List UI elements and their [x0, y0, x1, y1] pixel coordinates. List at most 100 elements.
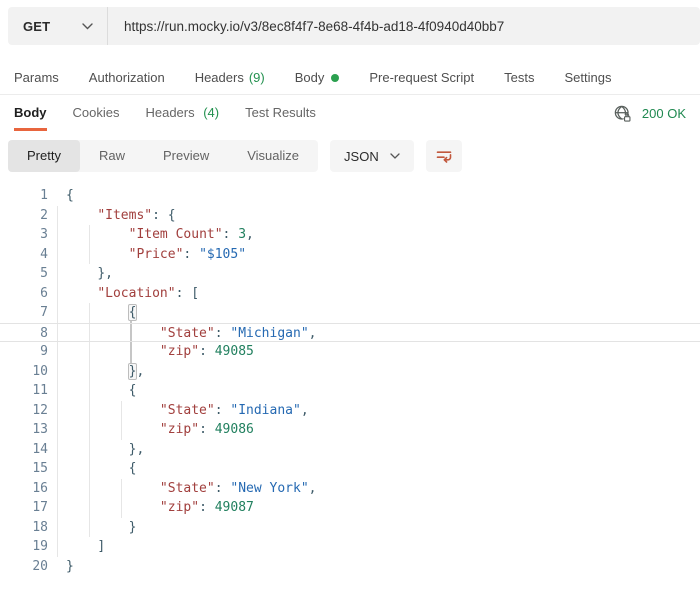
code-content: {	[48, 303, 136, 323]
format-label: JSON	[344, 149, 379, 164]
wrap-line-icon	[435, 147, 453, 165]
request-tab-pre-request-script[interactable]: Pre-request Script	[369, 70, 474, 85]
code-content: "Items": {	[48, 206, 176, 226]
line-number: 20	[0, 557, 48, 577]
line-number: 2	[0, 206, 48, 226]
response-tab-cookies[interactable]: Cookies	[73, 101, 120, 131]
view-mode-pretty[interactable]: Pretty	[8, 140, 80, 172]
code-line: 1{	[0, 186, 700, 206]
request-tab-settings[interactable]: Settings	[564, 70, 611, 85]
response-view-bar: PrettyRawPreviewVisualize JSON	[8, 140, 462, 172]
tab-label: Body	[14, 105, 47, 120]
editor-lines: 1{2 "Items": {3 "Item Count": 3,4 "Price…	[0, 186, 700, 576]
request-tab-body[interactable]: Body	[295, 70, 340, 85]
line-number: 1	[0, 186, 48, 206]
line-number: 6	[0, 284, 48, 304]
tab-label: Headers	[145, 105, 194, 120]
code-line: 18 }	[0, 518, 700, 538]
tab-label: Test Results	[245, 105, 316, 120]
tab-label: Cookies	[73, 105, 120, 120]
code-line: 16 "State": "New York",	[0, 479, 700, 499]
code-line: 17 "zip": 49087	[0, 498, 700, 518]
code-line: 9 "zip": 49085	[0, 342, 700, 362]
view-mode-visualize[interactable]: Visualize	[228, 140, 318, 172]
request-tab-headers[interactable]: Headers (9)	[195, 70, 265, 85]
line-number: 12	[0, 401, 48, 421]
response-tab-headers[interactable]: Headers (4)	[145, 101, 219, 131]
request-url-bar: GET https://run.mocky.io/v3/8ec8f4f7-8e6…	[8, 7, 700, 45]
response-meta: 200 OK	[613, 101, 686, 123]
code-line: 10 },	[0, 362, 700, 382]
code-line: 3 "Item Count": 3,	[0, 225, 700, 245]
code-content: ]	[48, 537, 105, 557]
tab-label: Headers	[195, 70, 244, 85]
request-tab-authorization[interactable]: Authorization	[89, 70, 165, 85]
url-input[interactable]: https://run.mocky.io/v3/8ec8f4f7-8e68-4f…	[108, 19, 700, 34]
tab-label: Tests	[504, 70, 534, 85]
wrap-lines-button[interactable]	[426, 140, 462, 172]
code-line: 8 "State": "Michigan",	[0, 323, 700, 343]
tab-label: Body	[295, 70, 325, 85]
status-badge[interactable]: 200 OK	[642, 106, 686, 121]
code-content: "State": "Indiana",	[48, 401, 309, 421]
code-content: }	[48, 518, 136, 538]
response-tab-body[interactable]: Body	[14, 101, 47, 131]
code-line: 7 {	[0, 303, 700, 323]
line-number: 10	[0, 362, 48, 382]
body-present-dot-icon	[331, 74, 339, 82]
code-content: "Location": [	[48, 284, 199, 304]
matched-bracket: {	[129, 305, 137, 320]
globe-lock-icon[interactable]	[613, 104, 632, 123]
request-tab-params[interactable]: Params	[14, 70, 59, 85]
line-number: 17	[0, 498, 48, 518]
line-number: 11	[0, 381, 48, 401]
request-tab-tests[interactable]: Tests	[504, 70, 534, 85]
chevron-down-icon	[390, 153, 400, 159]
code-content: "Price": "$105"	[48, 245, 246, 265]
line-number: 8	[0, 324, 48, 342]
code-content: {	[48, 459, 136, 479]
code-line: 14 },	[0, 440, 700, 460]
line-number: 7	[0, 303, 48, 323]
tab-label: Params	[14, 70, 59, 85]
tab-label: Pre-request Script	[369, 70, 474, 85]
line-number: 15	[0, 459, 48, 479]
code-content: {	[48, 186, 74, 206]
view-mode-segmented-control: PrettyRawPreviewVisualize	[8, 140, 318, 172]
code-content: "State": "New York",	[48, 479, 316, 499]
view-mode-preview[interactable]: Preview	[144, 140, 228, 172]
format-select[interactable]: JSON	[330, 140, 414, 172]
response-header-row: Body Cookies Headers (4) Test Results 200 O…	[0, 101, 700, 133]
code-line: 19 ]	[0, 537, 700, 557]
line-number: 4	[0, 245, 48, 265]
response-tabs: Body Cookies Headers (4) Test Results	[14, 101, 316, 131]
method-label: GET	[23, 19, 50, 34]
line-number: 18	[0, 518, 48, 538]
line-number: 13	[0, 420, 48, 440]
code-content: },	[48, 362, 144, 382]
code-line: 4 "Price": "$105"	[0, 245, 700, 265]
code-content: {	[48, 381, 136, 401]
code-content: "State": "Michigan",	[48, 324, 316, 342]
line-number: 19	[0, 537, 48, 557]
code-line: 2 "Items": {	[0, 206, 700, 226]
line-number: 5	[0, 264, 48, 284]
tab-label: Settings	[564, 70, 611, 85]
code-content: },	[48, 440, 144, 460]
code-content: "zip": 49087	[48, 498, 254, 518]
code-content: "Item Count": 3,	[48, 225, 254, 245]
response-body-editor[interactable]: 1{2 "Items": {3 "Item Count": 3,4 "Price…	[0, 186, 700, 578]
view-mode-raw[interactable]: Raw	[80, 140, 144, 172]
line-number: 3	[0, 225, 48, 245]
chevron-down-icon	[82, 23, 93, 30]
code-line: 20}	[0, 557, 700, 577]
response-tab-test-results[interactable]: Test Results	[245, 101, 316, 131]
line-number: 16	[0, 479, 48, 499]
code-line: 11 {	[0, 381, 700, 401]
code-line: 12 "State": "Indiana",	[0, 401, 700, 421]
tab-count-badge: (9)	[249, 70, 265, 85]
method-select[interactable]: GET	[8, 7, 108, 45]
code-content: "zip": 49086	[48, 420, 254, 440]
line-number: 14	[0, 440, 48, 460]
line-number: 9	[0, 342, 48, 362]
